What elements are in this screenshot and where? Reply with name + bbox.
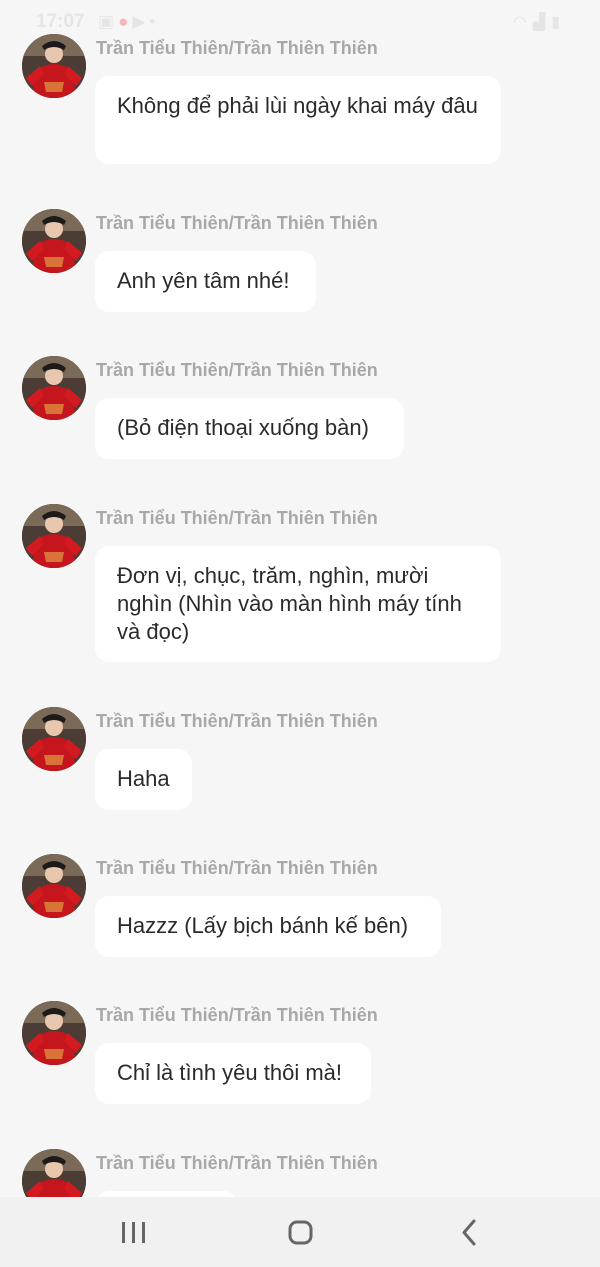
message-bubble[interactable]: Anh yên tâm nhé!: [95, 251, 316, 312]
sender-name: Trần Tiểu Thiên/Trần Thiên Thiên: [96, 508, 378, 528]
message-text: Haha: [117, 766, 170, 791]
message-bubble[interactable]: Không để phải lùi ngày khai máy đâu: [95, 76, 501, 164]
sender-name: Trần Tiểu Thiên/Trần Thiên Thiên: [96, 213, 378, 233]
avatar[interactable]: [22, 356, 86, 420]
message-text: Chỉ là tình yêu thôi mà!: [117, 1060, 343, 1085]
sender-name: Trần Tiểu Thiên/Trần Thiên Thiên: [96, 360, 378, 380]
sender-name: Trần Tiểu Thiên/Trần Thiên Thiên: [96, 711, 378, 731]
back-button[interactable]: [448, 1213, 492, 1253]
sender-name: Trần Tiểu Thiên/Trần Thiên Thiên: [96, 858, 378, 878]
message-text: (Bỏ điện thoại xuống bàn): [117, 415, 369, 440]
message-bubble[interactable]: Haha: [95, 749, 192, 810]
recent-apps-icon: [122, 1222, 145, 1243]
navigation-bar: [0, 1197, 600, 1267]
message-text: Không để phải lùi ngày khai máy đâu: [117, 93, 478, 118]
avatar[interactable]: [22, 504, 86, 568]
message-text: Anh yên tâm nhé!: [117, 268, 290, 293]
message-text: Đơn vị, chục, trăm, nghìn, mười nghìn (N…: [117, 563, 462, 644]
home-button[interactable]: [279, 1213, 323, 1253]
avatar[interactable]: [22, 34, 86, 98]
avatar[interactable]: [22, 1001, 86, 1065]
message-bubble[interactable]: Đơn vị, chục, trăm, nghìn, mười nghìn (N…: [95, 546, 501, 662]
message-bubble[interactable]: Hazzz (Lấy bịch bánh kế bên): [95, 896, 441, 957]
chat-message-list[interactable]: Trần Tiểu Thiên/Trần Thiên Thiên Không đ…: [0, 0, 600, 1197]
avatar[interactable]: [22, 1149, 86, 1197]
recent-apps-button[interactable]: [112, 1213, 156, 1253]
sender-name: Trần Tiểu Thiên/Trần Thiên Thiên: [96, 1005, 378, 1025]
avatar[interactable]: [22, 854, 86, 918]
avatar[interactable]: [22, 209, 86, 273]
avatar[interactable]: [22, 707, 86, 771]
message-bubble[interactable]: Chỉ là tình yêu thôi mà!: [95, 1043, 371, 1104]
message-bubble[interactable]: (Bỏ điện thoại xuống bàn): [95, 398, 404, 459]
back-icon: [462, 1219, 476, 1246]
sender-name: Trần Tiểu Thiên/Trần Thiên Thiên: [96, 1153, 378, 1173]
sender-name: Trần Tiểu Thiên/Trần Thiên Thiên: [96, 38, 378, 58]
message-text: Hazzz (Lấy bịch bánh kế bên): [117, 913, 409, 938]
home-icon: [288, 1220, 313, 1245]
